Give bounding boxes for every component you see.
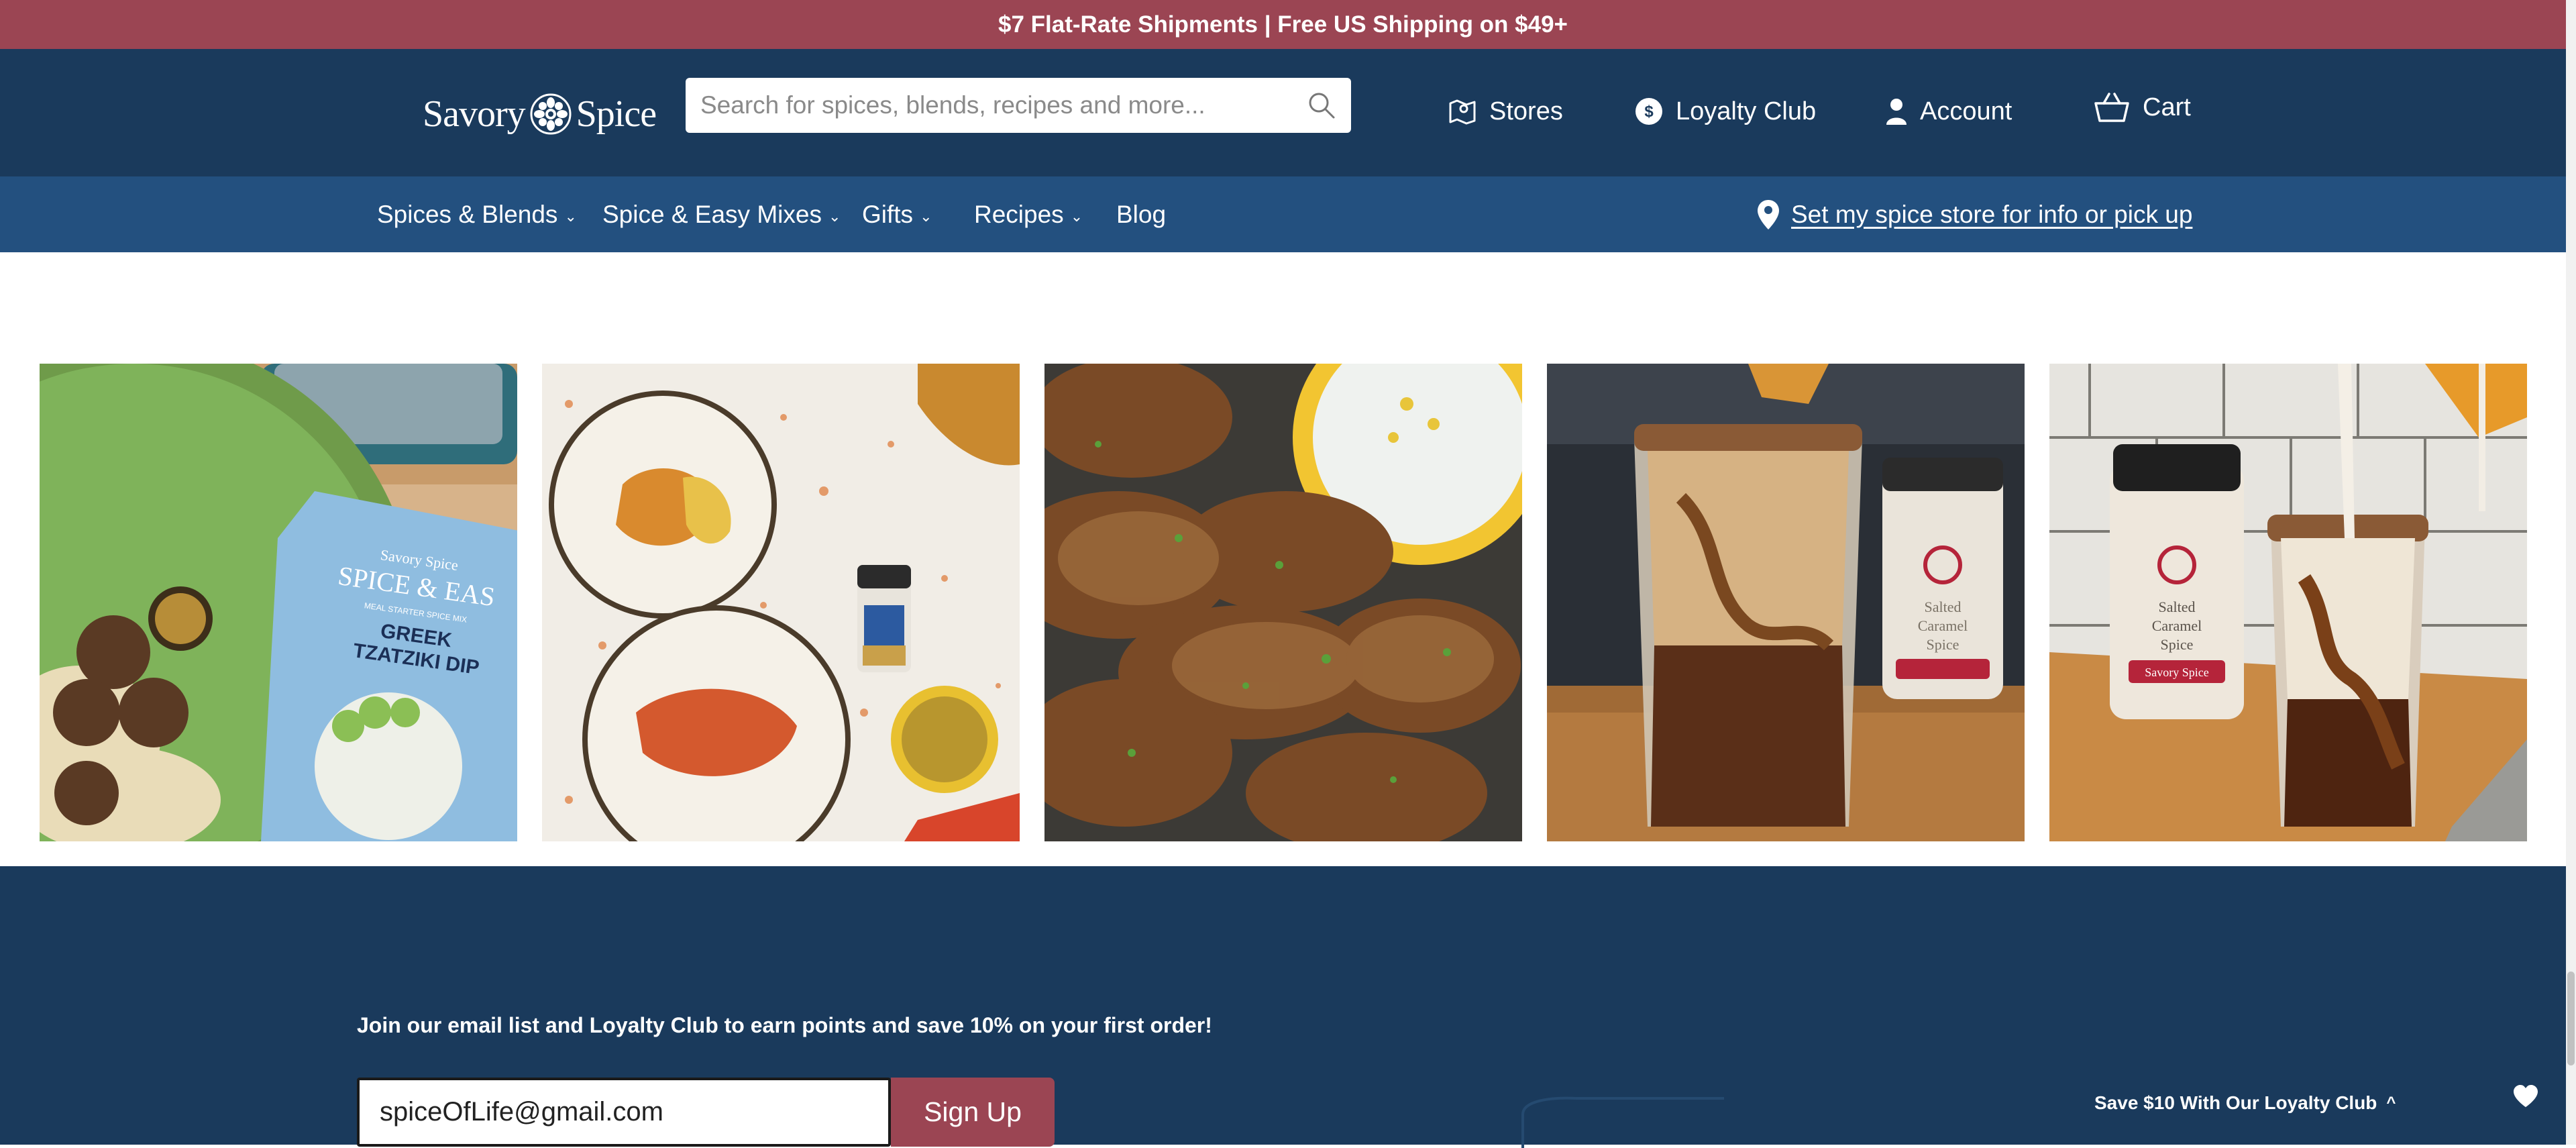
account-label: Account — [1920, 97, 2012, 125]
nav-item-spices-blends[interactable]: Spices & Blends ⌄ — [377, 176, 577, 252]
promo-banner: $7 Flat-Rate Shipments | Free US Shippin… — [0, 0, 2566, 49]
svg-text:$: $ — [1644, 103, 1654, 121]
nav-label: Recipes — [974, 200, 1064, 228]
chevron-down-icon: ⌄ — [1070, 207, 1083, 225]
dollar-coin-icon: $ — [1635, 98, 1662, 125]
email-input[interactable] — [380, 1097, 868, 1127]
basket-icon — [2094, 93, 2129, 122]
jar-brand: Savory Spice — [2145, 666, 2208, 679]
loyalty-club-cta[interactable]: Save $10 With Our Loyalty Club ^ — [2094, 1090, 2396, 1116]
nav-label: Spices & Blends — [377, 200, 558, 228]
jar-label-line-3: Spice — [1927, 636, 1960, 653]
jar-label-line-2: Caramel — [1918, 617, 1968, 634]
search-icon[interactable] — [1307, 91, 1336, 120]
spice-jar: Salted Caramel Spice Savory Spice — [2110, 444, 2244, 719]
sign-up-button[interactable]: Sign Up — [891, 1078, 1055, 1147]
user-icon — [1886, 99, 1907, 125]
jar-label-line-3: Spice — [2161, 636, 2194, 653]
heart-icon — [2514, 1085, 2538, 1107]
nav-item-gifts[interactable]: Gifts ⌄ — [862, 176, 932, 252]
set-store-label: Set my spice store for info or pick up — [1791, 200, 2193, 228]
loyalty-label: Loyalty Club — [1676, 97, 1817, 125]
main-nav: Spices & Blends ⌄ Spice & Easy Mixes ⌄ G… — [0, 176, 2566, 252]
scrollbar-thumb[interactable] — [2567, 972, 2575, 1065]
nav-item-spice-easy-mixes[interactable]: Spice & Easy Mixes ⌄ — [602, 176, 841, 252]
site-header: Savory Spice Stores — [0, 49, 2566, 176]
logo-text-right: Spice — [576, 93, 657, 135]
chevron-down-icon: ⌄ — [828, 207, 841, 225]
map-icon — [1449, 99, 1476, 125]
stores-label: Stores — [1489, 97, 1563, 125]
gallery-image-3[interactable] — [1044, 364, 1522, 841]
newsletter-heading: Join our email list and Loyalty Club to … — [357, 1013, 1212, 1037]
gallery-image-2[interactable] — [542, 364, 1020, 841]
logo-seal-icon — [530, 93, 572, 135]
jar-label-line-1: Salted — [2159, 598, 2196, 615]
jar-label-line-2: Caramel — [2152, 617, 2202, 634]
chevron-down-icon: ⌄ — [564, 207, 577, 225]
cart-link[interactable]: Cart — [2093, 84, 2191, 131]
chevron-up-icon: ^ — [2386, 1094, 2396, 1112]
spice-jar: Salted Caramel Spice — [1882, 458, 2003, 699]
loyalty-cta-label: Save $10 With Our Loyalty Club — [2094, 1092, 2377, 1113]
stores-link[interactable]: Stores — [1448, 88, 1563, 135]
set-store-link[interactable]: Set my spice store for info or pick up — [1756, 176, 2192, 252]
site-logo[interactable]: Savory Spice — [423, 84, 657, 144]
instagram-gallery: Savory Spice SPICE & EAS MEAL STARTER SP… — [0, 364, 2566, 841]
gallery-image-5[interactable]: Salted Caramel Spice Savory Spice — [2049, 364, 2527, 841]
account-link[interactable]: Account — [1885, 88, 2012, 135]
nav-item-recipes[interactable]: Recipes ⌄ — [974, 176, 1083, 252]
spice-jar — [857, 565, 911, 672]
logo-text-left: Savory — [423, 93, 526, 135]
decorative-bottle-outline-icon — [1521, 1096, 1724, 1148]
location-pin-icon — [1758, 199, 1779, 229]
promo-text: $7 Flat-Rate Shipments | Free US Shippin… — [998, 11, 1568, 38]
email-field[interactable] — [357, 1078, 891, 1147]
spice-package: Savory Spice SPICE & EAS MEAL STARTER SP… — [261, 491, 517, 841]
chevron-down-icon: ⌄ — [920, 207, 932, 225]
search-input[interactable] — [700, 91, 1307, 119]
jar-label-line-1: Salted — [1925, 598, 1962, 615]
nav-label: Gifts — [862, 200, 914, 228]
gallery-image-1[interactable]: Savory Spice SPICE & EAS MEAL STARTER SP… — [40, 364, 517, 841]
iced-coffee-glass — [1634, 424, 1862, 827]
site-footer: Join our email list and Loyalty Club to … — [0, 866, 2566, 1148]
loyalty-club-link[interactable]: $ Loyalty Club — [1634, 88, 1816, 135]
search-bar[interactable] — [686, 78, 1351, 133]
nav-label: Blog — [1116, 200, 1167, 228]
wishlist-button[interactable] — [2505, 1076, 2546, 1117]
nav-label: Spice & Easy Mixes — [602, 200, 822, 228]
nav-item-blog[interactable]: Blog — [1116, 176, 1166, 252]
gallery-image-4[interactable]: Salted Caramel Spice — [1547, 364, 2025, 841]
cart-label: Cart — [2143, 93, 2191, 121]
